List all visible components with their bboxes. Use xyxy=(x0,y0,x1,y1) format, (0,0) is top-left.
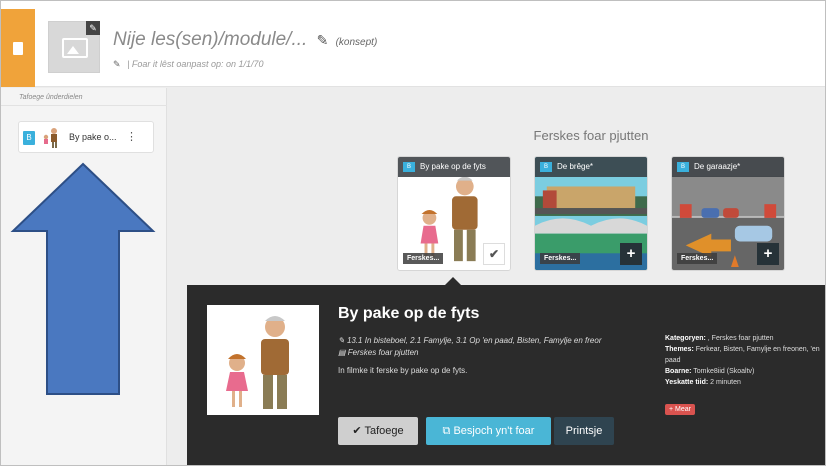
added-check-icon[interactable]: ✔ xyxy=(483,243,505,265)
media-card-title: De garaazje* xyxy=(694,162,741,171)
lesson-type-strip xyxy=(1,9,35,87)
status-label: (konsept) xyxy=(335,37,378,48)
media-card-caption: B By pake op de fyts xyxy=(398,157,510,177)
page-title[interactable]: Nije les(sen)/module/... xyxy=(113,29,307,50)
media-collection-text: Ferskes foar pjutten xyxy=(347,348,419,357)
book-icon: ▤ xyxy=(338,348,348,357)
last-modified-row: ✎ | Foar it lêst oanpast op: on 1/1/70 xyxy=(113,59,264,70)
meta-time-label: Yeskatte tiid: xyxy=(665,379,709,386)
media-description: In filmke it ferske by pake op de fyts. xyxy=(338,366,468,375)
document-icon xyxy=(13,42,23,55)
item-thumbnail xyxy=(43,128,57,148)
meta-source-value: Tomke8iid (Skoaltv) xyxy=(693,368,755,375)
meta-time-value: 2 minuten xyxy=(710,379,741,386)
print-button[interactable]: Printsje xyxy=(554,417,614,445)
pencil-icon: ✎ xyxy=(338,336,347,345)
add-icon[interactable]: + xyxy=(620,243,642,265)
media-detail-title: By pake op de fyts xyxy=(338,305,480,322)
media-card-caption: B De garaazje* xyxy=(672,157,784,177)
media-meta: Kategoryen: , Ferskes foar pjutten Theme… xyxy=(665,333,825,388)
add-icon[interactable]: + xyxy=(757,243,779,265)
edit-thumbnail-icon[interactable]: ✎ xyxy=(86,21,100,35)
media-detail-image xyxy=(207,305,319,415)
media-card-de-garaazje[interactable]: B De garaazje* Ferskes... + xyxy=(671,156,785,271)
media-type-badge: B xyxy=(403,162,415,172)
more-button[interactable]: + Mear xyxy=(665,404,695,415)
page-title-row: Nije les(sen)/module/... ✎ (konsept) xyxy=(113,29,377,51)
media-type-badge: B xyxy=(540,162,552,172)
collection-tag: Ferskes... xyxy=(677,253,718,264)
sidebar-item[interactable]: B By pake o... ⋮ xyxy=(18,121,154,153)
media-card-title: De brêge* xyxy=(557,162,594,171)
view-in-preview-button[interactable]: ⧉ Besjoch yn't foar xyxy=(426,417,551,445)
media-categories-line: ✎ 13.1 In bisteboel, 2.1 Famylje, 3.1 Op… xyxy=(338,336,602,345)
lesson-thumbnail[interactable]: ✎ xyxy=(48,21,100,73)
view-in-preview-label: Besjoch yn't foar xyxy=(453,425,535,437)
media-type-badge: B xyxy=(677,162,689,172)
collection-tag: Ferskes... xyxy=(403,253,444,264)
edit-title-icon[interactable]: ✎ xyxy=(317,32,329,48)
media-type-badge: B xyxy=(23,131,35,145)
up-arrow-annotation xyxy=(10,162,156,395)
header: ✎ Nije les(sen)/module/... ✎ (konsept) ✎… xyxy=(1,1,825,87)
meta-source-label: Boarne: xyxy=(665,368,692,375)
sidebar-heading: Tafoege ûnderdielen xyxy=(1,88,167,106)
app-frame: ✎ Nije les(sen)/module/... ✎ (konsept) ✎… xyxy=(0,0,826,466)
collection-tag: Ferskes... xyxy=(540,253,581,264)
media-card-by-pake[interactable]: B By pake op de fyts Ferskes... ✔ xyxy=(397,156,511,271)
external-link-icon: ⧉ xyxy=(442,425,454,437)
edit-icon[interactable]: ✎ xyxy=(113,59,121,69)
collection-title: Ferskes foar pjutten xyxy=(533,128,649,143)
last-modified-text: | Foar it lêst oanpast op: on 1/1/70 xyxy=(127,59,264,69)
media-card-caption: B De brêge* xyxy=(535,157,647,177)
add-button[interactable]: ✔ Tafoege xyxy=(338,417,418,445)
media-categories-text: 13.1 In bisteboel, 2.1 Famylje, 3.1 Op '… xyxy=(346,336,602,345)
media-detail-panel: By pake op de fyts ✎ 13.1 In bisteboel, … xyxy=(187,277,825,465)
media-card-de-brege[interactable]: B De brêge* Ferskes... + xyxy=(534,156,648,271)
sidebar-item-label: By pake o... xyxy=(69,132,117,142)
panel-pointer xyxy=(445,277,461,285)
media-card-title: By pake op de fyts xyxy=(420,162,486,171)
more-options-icon[interactable]: ⋮ xyxy=(126,130,137,143)
meta-categories-label: Kategoryen: xyxy=(665,335,706,342)
meta-categories-value: , Ferskes foar pjutten xyxy=(707,335,774,342)
meta-themes-label: Themes: xyxy=(665,346,694,353)
media-collection-line: ▤ Ferskes foar pjutten xyxy=(338,348,418,357)
image-placeholder-icon xyxy=(62,38,88,58)
